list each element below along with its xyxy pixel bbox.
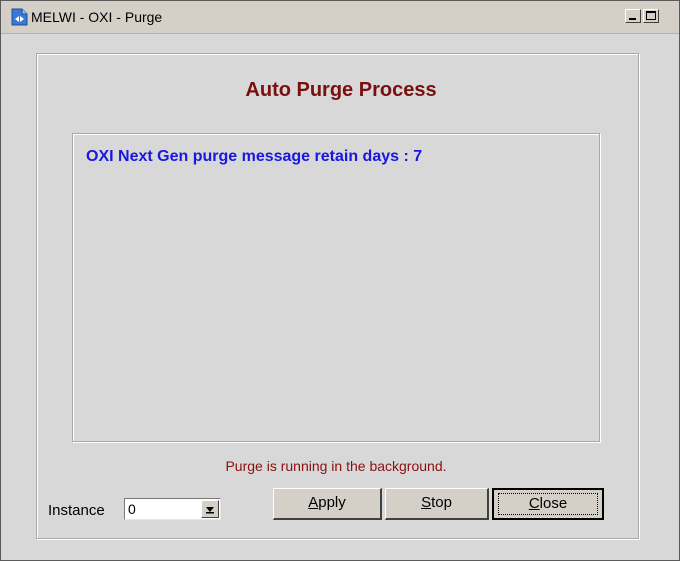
instance-value: 0 <box>128 501 136 517</box>
close-mnemonic: C <box>528 495 540 512</box>
retain-days-message: OXI Next Gen purge message retain days :… <box>86 148 423 165</box>
stop-label: top <box>431 494 452 511</box>
minimize-icon <box>629 18 636 20</box>
maximize-button[interactable] <box>643 9 659 23</box>
page-title: Auto Purge Process <box>245 79 437 101</box>
window-title: MELWI - OXI - Purge <box>31 9 163 25</box>
apply-label: pply <box>318 494 346 511</box>
status-message: Purge is running in the background. <box>225 458 447 474</box>
apply-button[interactable]: Apply <box>273 488 382 520</box>
arrow-down-icon <box>206 507 214 514</box>
instance-select[interactable]: 0 <box>124 498 221 520</box>
stop-button[interactable]: Stop <box>385 488 489 520</box>
purge-window: MELWI - OXI - Purge Auto Purge Process O… <box>0 0 680 561</box>
close-label: lose <box>539 495 568 512</box>
app-icon <box>11 8 28 26</box>
message-area <box>72 133 600 442</box>
title-bar[interactable]: MELWI - OXI - Purge <box>1 1 679 34</box>
maximize-icon <box>646 11 656 20</box>
minimize-button[interactable] <box>625 9 641 23</box>
stop-mnemonic: S <box>421 494 432 511</box>
apply-mnemonic: A <box>308 494 319 511</box>
instance-label: Instance <box>48 502 105 519</box>
instance-dropdown-button[interactable] <box>201 500 219 518</box>
close-button[interactable]: Close <box>492 488 604 520</box>
